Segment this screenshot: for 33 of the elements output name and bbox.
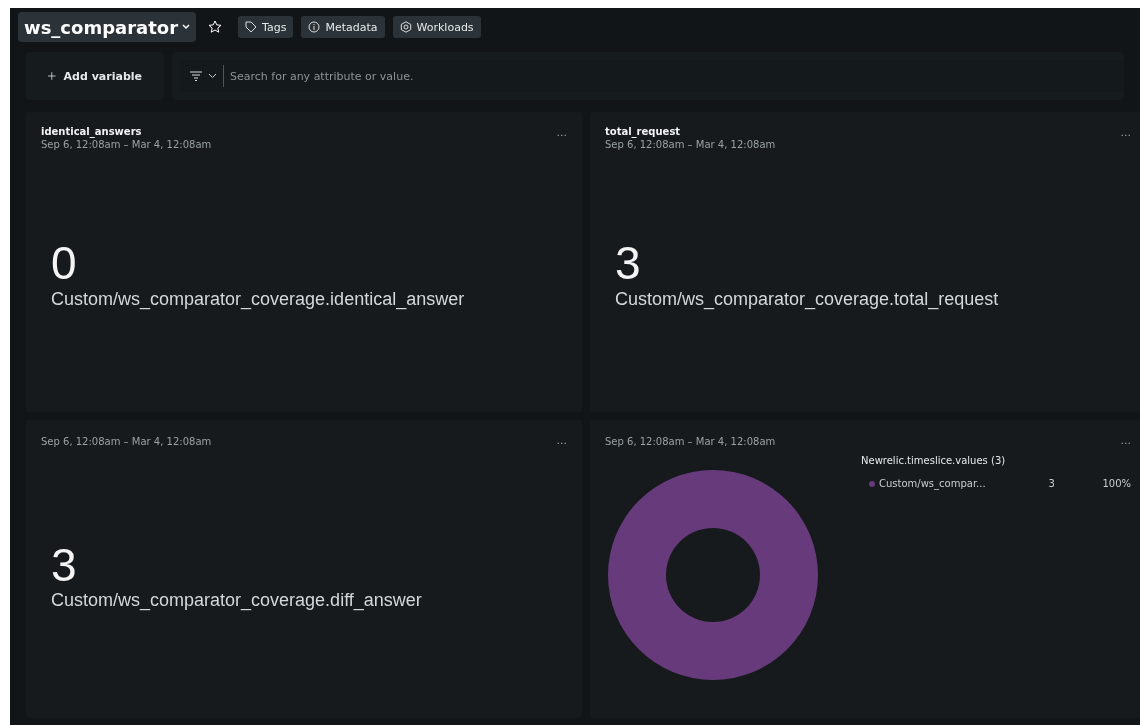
legend-label: Custom/ws_compar... [879, 478, 987, 489]
header-button[interactable]: Metadata [301, 16, 385, 38]
chevron-down-icon[interactable] [208, 73, 217, 79]
add-variable-button[interactable]: Add variable [26, 52, 164, 100]
filter-icon[interactable] [190, 71, 202, 81]
legend-percent: 100% [1102, 478, 1131, 489]
more-menu-button[interactable]: ... [556, 434, 567, 447]
metric-name: Custom/ws_comparator_coverage.total_request [615, 288, 1000, 310]
more-menu-button[interactable]: ... [1120, 434, 1131, 447]
widget-title: identical_answers [41, 126, 143, 137]
more-menu-button[interactable]: ... [556, 126, 567, 139]
billboard-value: 3 [615, 238, 642, 289]
metric-name: Custom/ws_comparator_coverage.identical_answer [51, 288, 466, 310]
plus-icon [48, 70, 56, 82]
tag-icon [245, 21, 258, 33]
header-button[interactable]: Tags [238, 16, 294, 38]
info-icon [308, 21, 321, 33]
time-range: Sep 6, 12:08am – Mar 4, 12:08am [41, 139, 212, 150]
legend-title: Newrelic.timeslice.values (3) [861, 455, 1007, 466]
header-button[interactable]: Workloads [392, 16, 481, 38]
legend-count: 3 [1048, 478, 1056, 489]
time-range: Sep 6, 12:08am – Mar 4, 12:08am [605, 139, 776, 150]
more-menu-button[interactable]: ... [1120, 126, 1131, 139]
billboard-value: 0 [51, 238, 78, 289]
time-range: Sep 6, 12:08am – Mar 4, 12:08am [605, 436, 776, 447]
hexagon-icon [399, 21, 412, 33]
dashboard-title-dropdown[interactable]: ws_comparator [18, 12, 197, 42]
time-range: Sep 6, 12:08am – Mar 4, 12:08am [41, 436, 212, 447]
chevron-down-icon [182, 24, 191, 30]
metric-name: Custom/ws_comparator_coverage.diff_answer [51, 590, 423, 612]
billboard-value: 3 [51, 539, 78, 591]
widget-title: total_request [605, 126, 682, 137]
star-icon[interactable] [208, 20, 223, 34]
